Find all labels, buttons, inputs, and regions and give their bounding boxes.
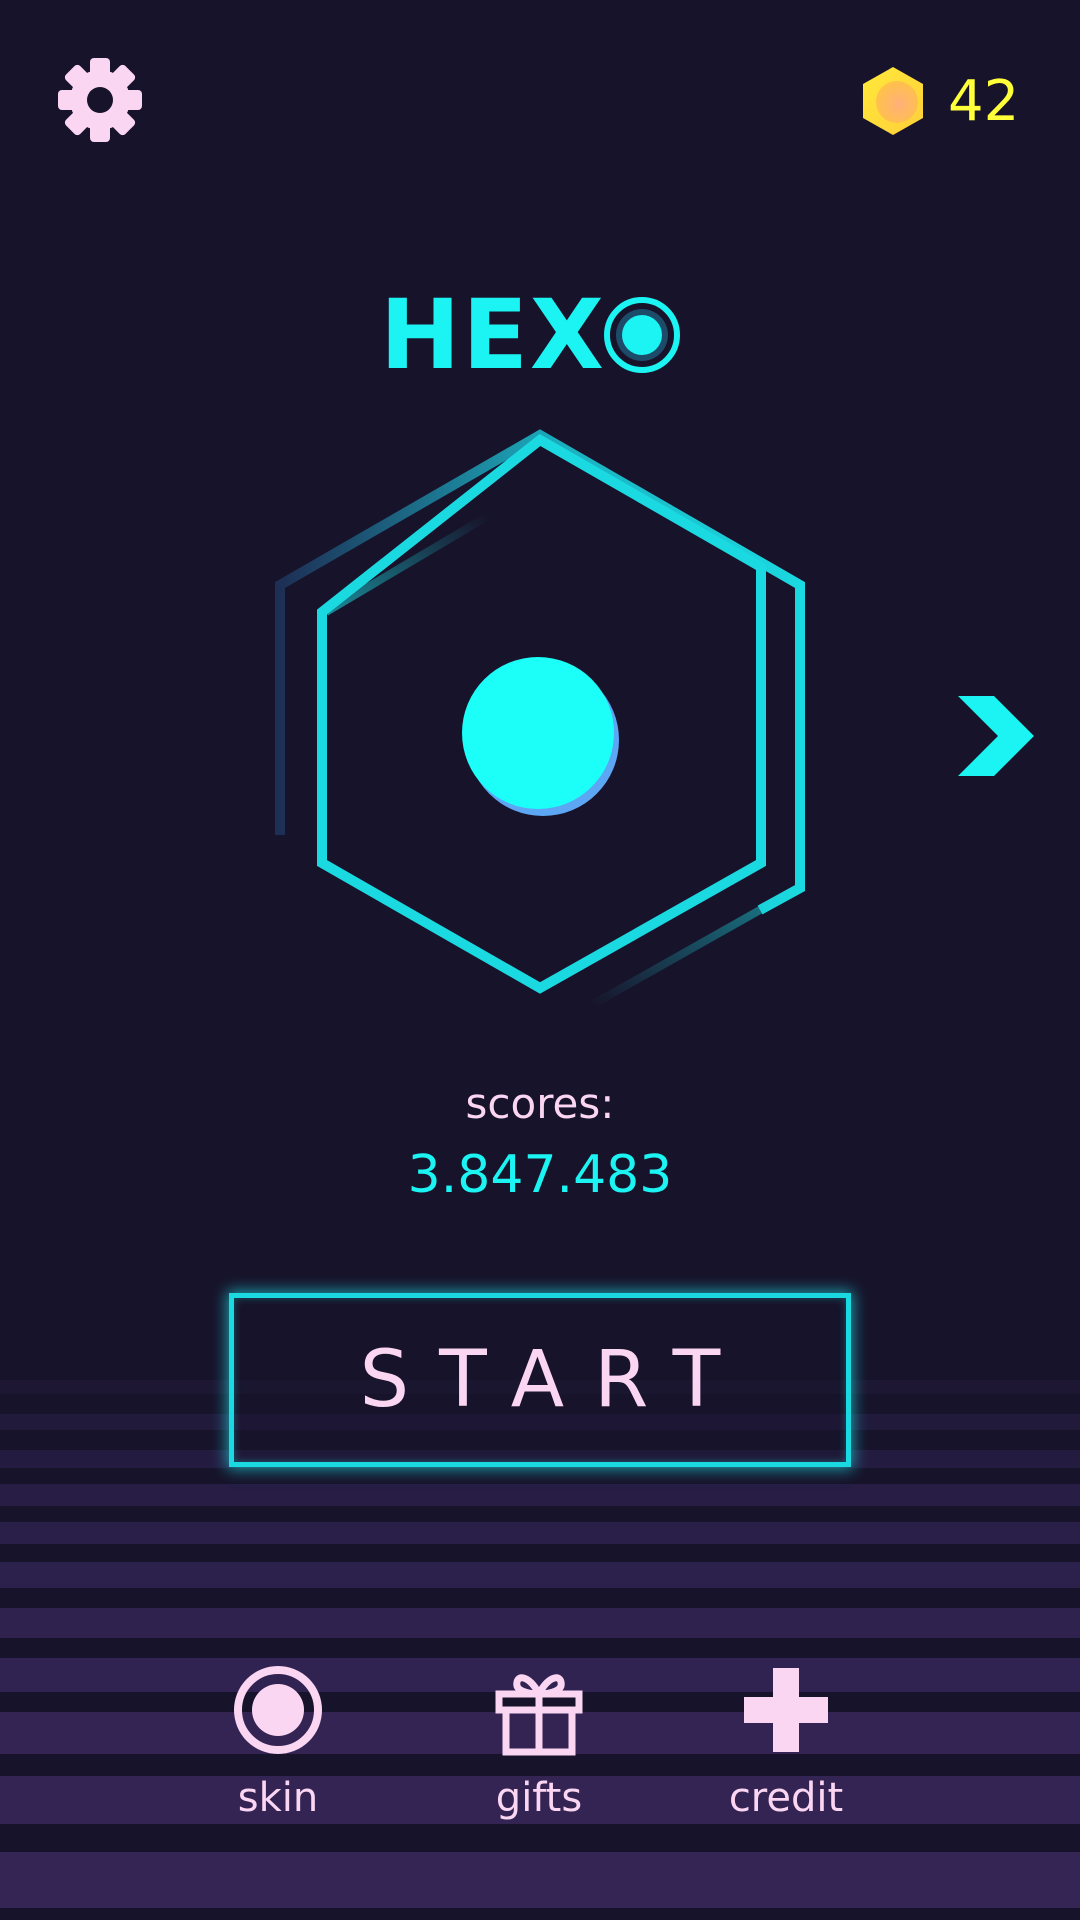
start-button[interactable]: START xyxy=(229,1293,851,1467)
inner-ghost-top xyxy=(323,512,491,616)
chevron-right-icon xyxy=(958,696,1034,776)
skin-ring-icon xyxy=(234,1666,322,1754)
outer-ghost-bottom xyxy=(588,906,762,1010)
game-menu-screen: 42 HEX scores: 3.847.483 START skin gift… xyxy=(0,0,1080,1920)
player-ball xyxy=(462,657,614,809)
plus-icon xyxy=(744,1668,828,1752)
next-skin-button[interactable] xyxy=(956,692,1038,780)
gifts-label: gifts xyxy=(495,1775,583,1821)
start-label: START xyxy=(359,1335,751,1425)
skin-label: skin xyxy=(237,1775,319,1821)
gifts-button[interactable]: gifts xyxy=(429,1660,649,1830)
scores-label: scores: xyxy=(465,1079,615,1128)
credit-label: credit xyxy=(728,1775,844,1821)
gift-icon xyxy=(495,1674,583,1756)
hex-stage xyxy=(275,429,805,1010)
credit-button[interactable]: credit xyxy=(676,1660,896,1830)
skin-button[interactable]: skin xyxy=(168,1660,388,1830)
scores-value: 3.847.483 xyxy=(407,1145,673,1205)
